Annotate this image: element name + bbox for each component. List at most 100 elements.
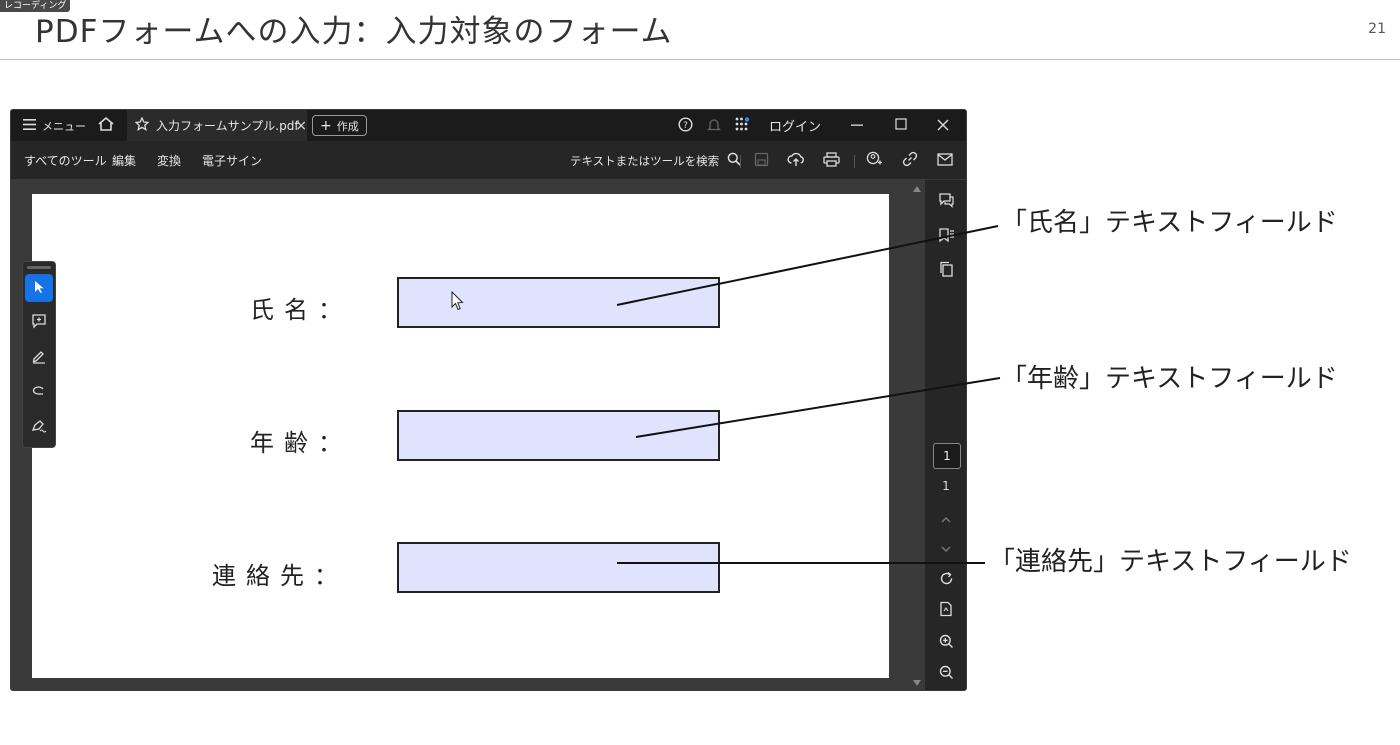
- slide-page-number: 21: [1368, 21, 1386, 37]
- title-divider: [0, 59, 1400, 60]
- previous-page-button[interactable]: [925, 506, 966, 530]
- comment-add-icon: [31, 313, 47, 333]
- next-page-button[interactable]: [925, 535, 966, 559]
- link-icon: [902, 151, 918, 170]
- comments-panel-button[interactable]: [925, 190, 966, 214]
- scroll-up-arrow[interactable]: [913, 186, 921, 192]
- age-text-field[interactable]: [397, 410, 720, 461]
- name-field-callout: 「氏名」テキストフィールド: [1001, 208, 1338, 238]
- save-icon: [754, 152, 769, 170]
- maximize-button[interactable]: [895, 110, 907, 141]
- mail-icon: [937, 152, 953, 169]
- menu-icon: [23, 118, 36, 133]
- apps-icon: [735, 116, 750, 135]
- right-rail: 1 1: [924, 180, 966, 690]
- login-button[interactable]: ログイン: [769, 110, 821, 141]
- star-icon[interactable]: [134, 116, 150, 134]
- tab-close-button[interactable]: ×: [295, 118, 307, 134]
- total-pages: 1: [942, 479, 950, 493]
- toolbar-separator: [854, 155, 855, 168]
- all-tools-menu[interactable]: すべてのツール: [24, 141, 107, 180]
- esign-menu[interactable]: 電子サイン: [202, 141, 262, 180]
- apps-button[interactable]: [735, 110, 750, 141]
- print-button[interactable]: [823, 141, 840, 180]
- tool-search[interactable]: テキストまたはツールを検索: [570, 141, 741, 180]
- zoom-in-icon: [939, 634, 954, 653]
- minimize-icon: [851, 116, 863, 135]
- slide-title: PDFフォームへの入力：入力対象のフォーム: [35, 14, 673, 50]
- sign-tool-button[interactable]: [25, 414, 53, 442]
- edit-menu[interactable]: 編集: [112, 141, 136, 180]
- name-text-field[interactable]: [397, 277, 720, 328]
- lasso-draw-icon: [31, 383, 47, 403]
- mouse-pointer-icon: [451, 290, 464, 315]
- comments-icon: [938, 192, 955, 212]
- name-label: 氏名：: [250, 296, 352, 324]
- convert-menu[interactable]: 変換: [157, 141, 181, 180]
- floating-tools-panel: [22, 261, 56, 448]
- contact-field-callout: 「連絡先」テキストフィールド: [989, 547, 1352, 577]
- current-page-input[interactable]: 1: [933, 443, 961, 469]
- main-toolbar: すべてのツール 編集 変換 電子サイン テキストまたはツールを検索: [11, 141, 966, 180]
- share-button[interactable]: [866, 141, 883, 180]
- add-comment-tool-button[interactable]: [25, 309, 53, 337]
- contact-text-field[interactable]: [397, 542, 720, 593]
- pdf-page: 氏名： 年齢： 連絡先：: [32, 194, 889, 678]
- tab-title: 入力フォームサンプル.pdf: [156, 119, 299, 133]
- toolbar-separator: [740, 155, 741, 168]
- age-label: 年齢：: [250, 429, 352, 457]
- pen-highlight-icon: [31, 348, 47, 368]
- create-label: 作成: [336, 119, 359, 133]
- minimize-button[interactable]: [851, 110, 863, 141]
- bookmarks-panel-button[interactable]: [925, 225, 966, 249]
- pages-copy-icon: [939, 261, 954, 281]
- help-icon: ?: [678, 116, 693, 135]
- zoom-out-icon: [939, 665, 954, 684]
- acrobat-window: メニュー 入力フォームサンプル.pdf × + 作成 ? ログイン すべてのツー…: [10, 109, 967, 691]
- zoom-in-button[interactable]: [925, 631, 966, 655]
- drag-handle[interactable]: [27, 266, 51, 269]
- slide: レコーディング PDFフォームへの入力：入力対象のフォーム 21 メニュー 入力…: [0, 0, 1400, 745]
- close-icon: [937, 116, 949, 135]
- title-bar: メニュー 入力フォームサンプル.pdf × + 作成 ? ログイン: [11, 110, 966, 141]
- contact-label: 連絡先：: [212, 562, 348, 590]
- home-icon: [97, 116, 115, 135]
- maximize-icon: [895, 118, 907, 133]
- age-field-callout: 「年齢」テキストフィールド: [1001, 364, 1338, 394]
- document-canvas[interactable]: 氏名： 年齢： 連絡先：: [11, 180, 924, 690]
- cloud-upload-button[interactable]: [787, 141, 805, 180]
- close-window-button[interactable]: [937, 110, 949, 141]
- menu-label: メニュー: [42, 119, 86, 133]
- vertical-scrollbar[interactable]: [911, 180, 923, 690]
- rotate-button[interactable]: [925, 568, 966, 592]
- pages-panel-button[interactable]: [925, 259, 966, 283]
- bell-icon: [706, 117, 722, 135]
- cloud-upload-icon: [787, 152, 805, 170]
- document-tab[interactable]: 入力フォームサンプル.pdf ×: [127, 110, 307, 141]
- help-button[interactable]: ?: [678, 110, 693, 141]
- chevron-down-icon: [940, 538, 952, 557]
- rotate-icon: [939, 571, 954, 590]
- chevron-up-icon: [940, 509, 952, 528]
- mail-button[interactable]: [937, 141, 953, 180]
- create-button[interactable]: + 作成: [312, 115, 367, 136]
- zoom-out-button[interactable]: [925, 662, 966, 686]
- notifications-button[interactable]: [706, 110, 722, 141]
- save-button[interactable]: [754, 141, 769, 180]
- print-icon: [823, 151, 840, 170]
- highlight-tool-button[interactable]: [25, 344, 53, 372]
- search-placeholder: テキストまたはツールを検索: [570, 153, 720, 168]
- scroll-down-arrow[interactable]: [913, 680, 921, 686]
- draw-tool-button[interactable]: [25, 379, 53, 407]
- plus-icon: +: [320, 117, 332, 134]
- bookmark-icon: [938, 227, 955, 247]
- page-display-button[interactable]: [925, 599, 966, 623]
- signature-pen-icon: [31, 418, 47, 438]
- share-icon: [866, 151, 883, 170]
- home-button[interactable]: [97, 110, 115, 141]
- select-tool-button[interactable]: [25, 274, 53, 302]
- cursor-arrow-icon: [32, 279, 46, 298]
- svg-text:?: ?: [683, 121, 688, 131]
- menu-button[interactable]: メニュー: [23, 110, 86, 141]
- link-button[interactable]: [902, 141, 918, 180]
